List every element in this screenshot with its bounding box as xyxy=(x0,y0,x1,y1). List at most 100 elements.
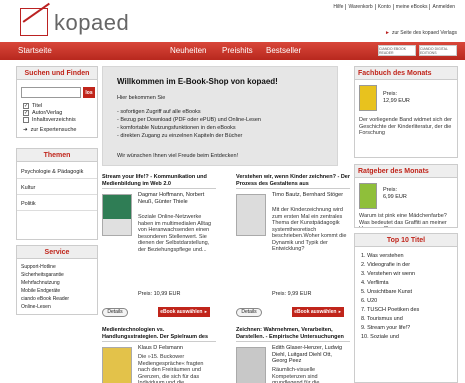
select-ebook-button[interactable]: eBook auswählen ► xyxy=(158,307,210,317)
book-card: Stream your life!? - Kommunikation und M… xyxy=(102,174,216,324)
header: kopaed Hilfe Warenkorb Konto meine eBook… xyxy=(0,0,465,42)
top-links: Hilfe Warenkorb Konto meine eBooks Anmel… xyxy=(331,4,457,10)
logo-mark-icon xyxy=(20,2,50,36)
themen-heading: Themen xyxy=(17,149,97,162)
book-card: Zeichnen: Wahrnehmen, Verarbeiten, Darst… xyxy=(236,327,350,383)
book-title[interactable]: Verstehen wir, wenn Kinder zeichnen? - D… xyxy=(236,174,350,189)
book-blurb: Räumlich-visuelle Kompetenzen sind grund… xyxy=(272,367,320,383)
book-cover[interactable] xyxy=(102,194,132,236)
top10-item[interactable]: 10. Soziale und xyxy=(361,334,399,340)
top10-item[interactable]: 8. Tourismus und xyxy=(361,316,403,322)
top10-item[interactable]: 9. Stream your life!? xyxy=(361,325,410,331)
welcome-box: Willkommen im E-Book-Shop von kopaed! Hi… xyxy=(102,66,338,166)
top10-panel: Top 10 Titel 1. Was verstehen 2. Videogr… xyxy=(354,233,458,383)
top10-item[interactable]: 5. Unsichtbare Kunst xyxy=(361,289,412,295)
top10-item[interactable]: 6. U20 xyxy=(361,298,377,304)
themen-item-kultur[interactable]: Kultur xyxy=(17,181,97,195)
my-ebooks-link[interactable]: meine eBooks xyxy=(392,4,430,10)
themen-panel: Themen Psychologie & Pädagogik Kultur Po… xyxy=(16,148,98,240)
logo-text: kopaed xyxy=(54,10,130,35)
nav-preishits[interactable]: Preishits xyxy=(222,46,253,55)
fachbuch-cover[interactable] xyxy=(359,85,377,111)
ratgeber-panel: Ratgeber des Monats Preis: 6,99 EUR Waru… xyxy=(354,164,458,228)
service-hotline[interactable]: Support-Hotline xyxy=(21,264,56,270)
checkbox-checked-icon[interactable]: ✓ xyxy=(23,103,29,109)
expert-search-link[interactable]: ➜ zur Expertensuche xyxy=(23,127,76,133)
service-heading: Service xyxy=(17,246,97,259)
details-button[interactable]: Details xyxy=(102,308,128,317)
kopaed-logo[interactable]: kopaed xyxy=(20,2,129,38)
cart-link[interactable]: Warenkorb xyxy=(345,4,374,10)
publisher-link[interactable]: ► zur Seite des kopaed Verlags xyxy=(385,30,457,36)
ratgeber-text: Warum ist pink eine Mädchenfarbe? Was be… xyxy=(359,213,447,227)
ratgeber-price: Preis: 6,99 EUR xyxy=(383,187,407,200)
book-author: Klaus D Felsmann xyxy=(138,345,183,351)
service-online[interactable]: Online-Lesen xyxy=(21,304,51,310)
checkbox-icon[interactable] xyxy=(23,117,29,123)
book-card: Medientechnologien vs. Handlungsstrategi… xyxy=(102,327,216,383)
option-autor[interactable]: ✓ Autor/Verlag xyxy=(23,110,62,116)
option-titel[interactable]: ✓ Titel xyxy=(23,103,42,109)
account-link[interactable]: Konto xyxy=(374,4,393,10)
service-mehrfach[interactable]: Mehrfachnutzung xyxy=(21,280,60,286)
main-nav: Startseite Neuheiten Preishits Bestselle… xyxy=(0,42,465,60)
fachbuch-panel: Fachbuch des Monats Preis: 12,99 EUR Der… xyxy=(354,66,458,158)
nav-neuheiten[interactable]: Neuheiten xyxy=(170,46,206,55)
welcome-intro: Hier bekommen Sie xyxy=(117,95,166,101)
welcome-item: - sofortigen Zugriff auf alle eBooks xyxy=(117,109,201,115)
book-cover[interactable] xyxy=(236,194,266,236)
book-cover[interactable] xyxy=(236,347,266,383)
themen-item-psychologie[interactable]: Psychologie & Pädagogik xyxy=(17,165,97,179)
themen-item-politik[interactable]: Politik xyxy=(17,197,97,211)
book-blurb: Mit der Kinderzeichnung wird zum ersten … xyxy=(272,207,347,252)
partner-logos: CIANDO EBOOK READER CIANDO DIGITAL EDITI… xyxy=(378,45,457,56)
book-author: Timo Bautz, Bernhard Stöger xyxy=(272,192,344,198)
top10-item[interactable]: 2. Videografie in der xyxy=(361,262,410,268)
book-card: Verstehen wir, wenn Kinder zeichnen? - D… xyxy=(236,174,350,324)
checkbox-checked-icon[interactable]: ✓ xyxy=(23,110,29,116)
fachbuch-text: Der vorliegende Band widmet sich der Ges… xyxy=(359,117,452,136)
book-title[interactable]: Zeichnen: Wahrnehmen, Verarbeiten, Darst… xyxy=(236,327,350,342)
service-panel: Service Support-Hotline Sicherheitsgaran… xyxy=(16,245,98,315)
ciando-editions-logo[interactable]: CIANDO DIGITAL EDITIONS xyxy=(419,45,457,56)
login-link[interactable]: Anmelden xyxy=(429,4,457,10)
fachbuch-heading: Fachbuch des Monats xyxy=(355,67,457,80)
search-input[interactable] xyxy=(21,87,81,98)
fachbuch-price: Preis: 12,99 EUR xyxy=(383,91,410,104)
arrow-right-icon: ➜ xyxy=(23,127,28,133)
book-price: Preis: 9,99 EUR xyxy=(272,291,312,297)
arrow-right-icon: ► xyxy=(385,30,390,36)
book-author: Dagmar Hoffmann, Norbert Neuß, Günter Th… xyxy=(138,192,205,205)
welcome-item: - komfortable Nutzungsfunktionen in den … xyxy=(117,125,236,131)
select-ebook-button[interactable]: eBook auswählen ► xyxy=(292,307,344,317)
help-link[interactable]: Hilfe xyxy=(331,4,345,10)
top10-item[interactable]: 4. Verflimta xyxy=(361,280,389,286)
ratgeber-cover[interactable] xyxy=(359,183,377,209)
option-inhalt[interactable]: Inhaltsverzeichnis xyxy=(23,117,76,123)
welcome-title: Willkommen im E-Book-Shop von kopaed! xyxy=(117,77,278,86)
top10-item[interactable]: 1. Was verstehen xyxy=(361,253,404,259)
top10-item[interactable]: 3. Verstehen wir wenn xyxy=(361,271,415,277)
welcome-item: - direkten Zugang zu einzelnen Kapiteln … xyxy=(117,133,243,139)
welcome-item: - Bezug per Download (PDF oder ePUB) und… xyxy=(117,117,261,123)
ratgeber-heading: Ratgeber des Monats xyxy=(355,165,457,178)
arrow-right-icon: ► xyxy=(337,309,342,314)
search-heading: Suchen und Finden xyxy=(17,67,97,80)
book-title[interactable]: Medientechnologien vs. Handlungsstrategi… xyxy=(102,327,216,342)
arrow-right-icon: ► xyxy=(203,309,208,314)
nav-startseite[interactable]: Startseite xyxy=(18,46,52,55)
service-sicherheit[interactable]: Sicherheitsgarantie xyxy=(21,272,64,278)
book-price: Preis: 10,99 EUR xyxy=(138,291,181,297)
nav-bestseller[interactable]: Bestseller xyxy=(266,46,301,55)
book-title[interactable]: Stream your life!? - Kommunikation und M… xyxy=(102,174,216,189)
welcome-thanks: Wir wünschen Ihnen viel Freude beim Entd… xyxy=(117,153,239,159)
search-button[interactable]: los xyxy=(83,87,95,98)
ciando-reader-logo[interactable]: CIANDO EBOOK READER xyxy=(378,45,416,56)
service-mobile[interactable]: Mobile Endgeräte xyxy=(21,288,60,294)
top10-item[interactable]: 7. TUSCH Poetiken des xyxy=(361,307,419,313)
book-cover[interactable] xyxy=(102,347,132,383)
book-blurb: Die »15. Buckower Mediengespräche« fragt… xyxy=(138,354,204,383)
details-button[interactable]: Details xyxy=(236,308,262,317)
service-reader[interactable]: ciando eBook Reader xyxy=(21,296,69,302)
book-author: Edith Glaser-Henzer, Ludwig Diehl, Luitg… xyxy=(272,345,343,364)
